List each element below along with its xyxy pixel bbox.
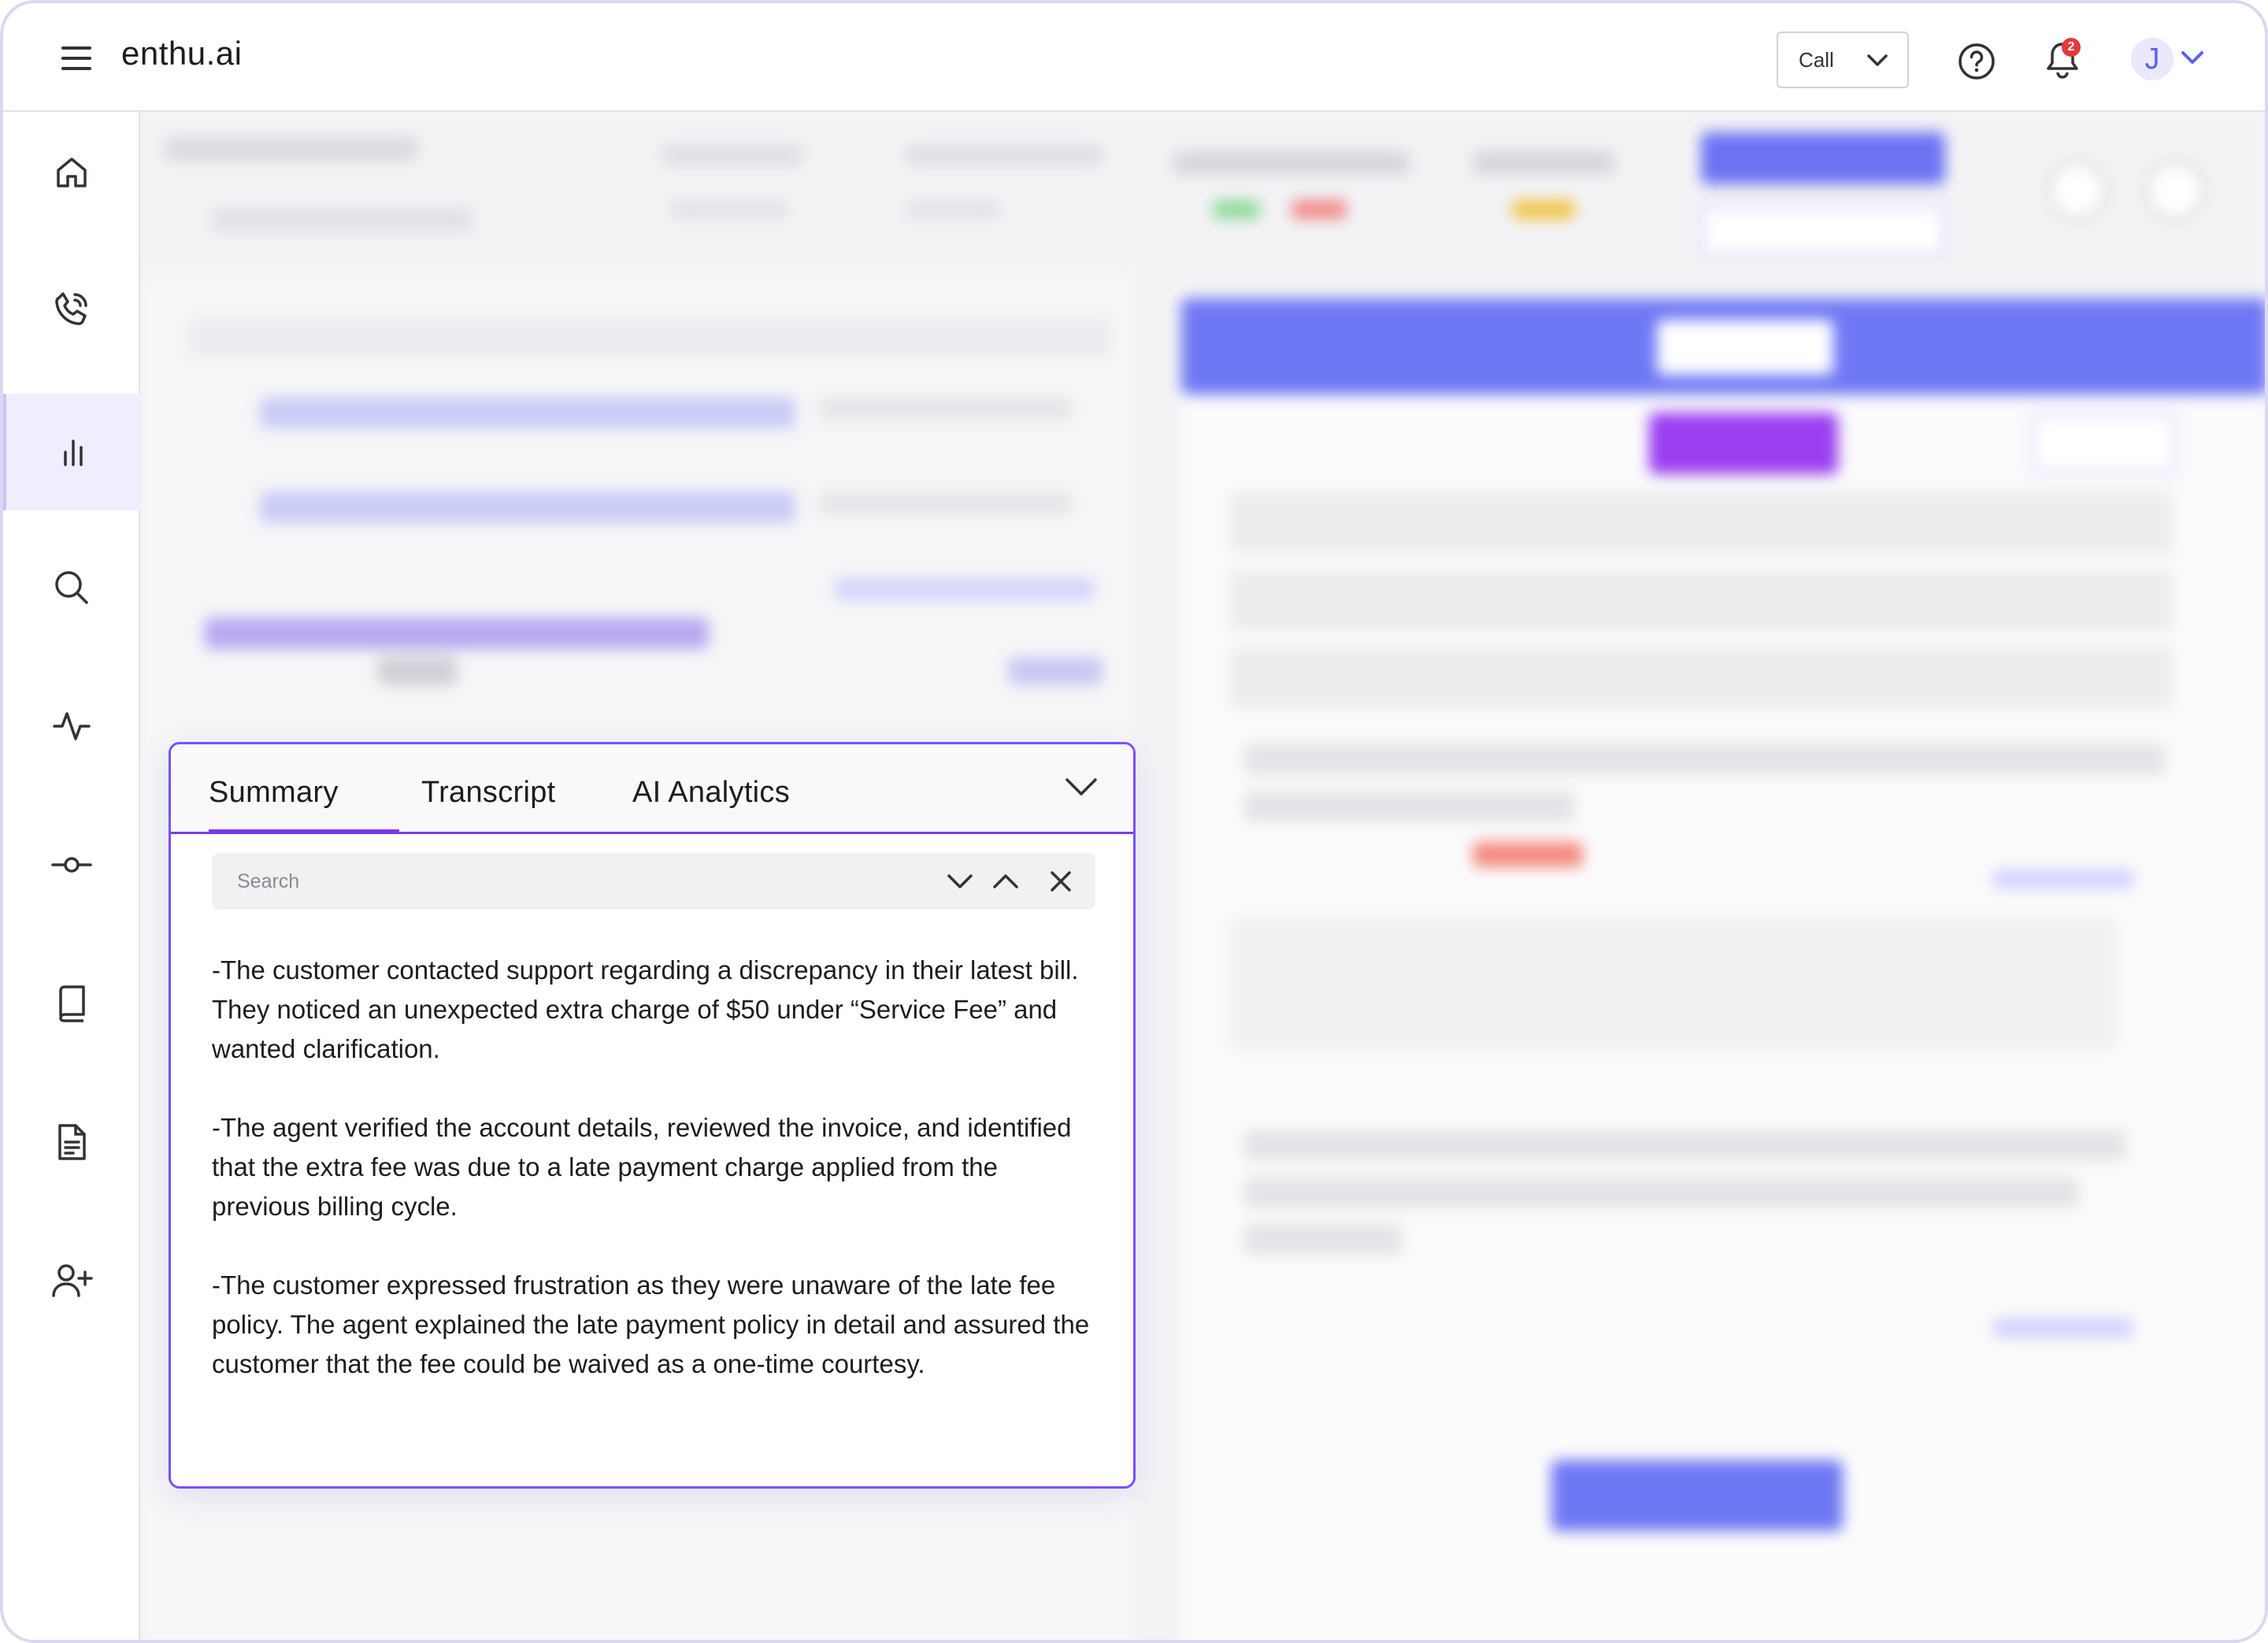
add-user-icon	[52, 1264, 93, 1297]
sidebar-item-home[interactable]	[3, 114, 140, 231]
notification-badge: 2	[2062, 38, 2081, 57]
tab-transcript[interactable]: Transcript	[421, 776, 556, 834]
chevron-down-icon	[1867, 54, 1888, 66]
brand-logo: enthu.ai	[121, 35, 243, 72]
top-bar: enthu.ai Call 2 J	[3, 3, 2265, 112]
summary-paragraph: -The customer contacted support regardin…	[212, 955, 1079, 1063]
summary-paragraph: -The customer expressed frustration as t…	[212, 1270, 1090, 1378]
phone-call-icon	[55, 292, 87, 325]
clear-search-button[interactable]	[1047, 867, 1075, 896]
summary-text: -The customer contacted support regardin…	[212, 951, 1102, 1423]
home-icon	[57, 158, 87, 187]
sidebar-item-library[interactable]	[3, 945, 140, 1062]
search-input[interactable]	[237, 867, 710, 896]
summary-paragraph: -The agent verified the account details,…	[212, 1113, 1072, 1221]
panel-tabs: Summary Transcript AI Analytics	[171, 744, 1133, 834]
tab-ai-analytics[interactable]: AI Analytics	[632, 776, 790, 834]
commit-icon	[51, 857, 92, 873]
call-type-select[interactable]: Call	[1777, 32, 1909, 88]
avatar[interactable]: J	[2131, 38, 2174, 80]
sidebar-item-search[interactable]	[3, 529, 140, 646]
chevron-up-icon	[993, 874, 1018, 888]
activity-icon	[53, 712, 91, 740]
transcript-search	[212, 853, 1095, 910]
chevron-down-icon[interactable]	[1064, 776, 1099, 798]
next-match-button[interactable]	[946, 867, 974, 896]
search-icon	[55, 571, 88, 604]
menu-icon[interactable]	[61, 46, 91, 70]
book-icon	[59, 985, 85, 1022]
summary-panel: Summary Transcript AI Analytics -The cus…	[169, 742, 1136, 1489]
sidebar-item-users[interactable]	[3, 1222, 140, 1339]
analytics-icon	[64, 439, 83, 466]
chevron-down-icon[interactable]	[2180, 49, 2205, 66]
tab-summary[interactable]: Summary	[209, 776, 399, 834]
sidebar-item-activity[interactable]	[3, 668, 140, 784]
help-icon[interactable]	[1958, 43, 1996, 80]
sidebar-item-commit[interactable]	[3, 807, 140, 923]
previous-match-button[interactable]	[991, 867, 1020, 896]
app-window: enthu.ai Call 2 J Summary Transcript AI …	[0, 0, 2268, 1643]
close-icon	[1051, 871, 1071, 892]
sidebar-item-analytics[interactable]	[3, 394, 140, 510]
document-icon	[58, 1124, 86, 1160]
sidebar	[3, 112, 140, 1640]
call-type-selected: Call	[1799, 47, 1834, 72]
chevron-down-icon	[947, 874, 973, 888]
sidebar-item-calls[interactable]	[3, 250, 140, 367]
sidebar-item-reports[interactable]	[3, 1084, 140, 1200]
